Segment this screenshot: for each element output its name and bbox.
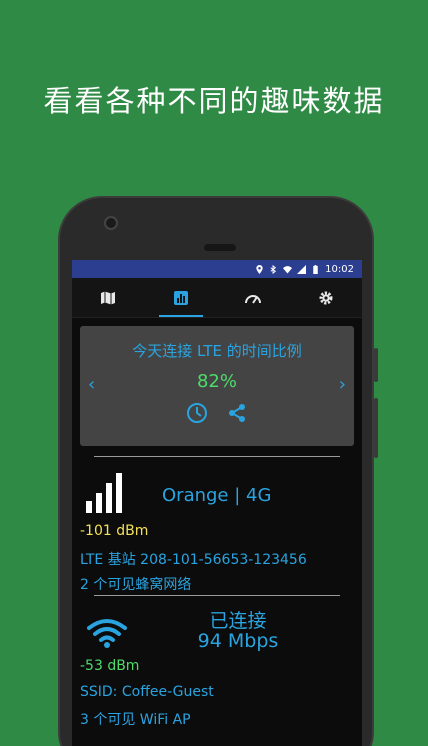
- volume-button: [374, 348, 378, 382]
- map-icon: [101, 291, 116, 304]
- tab-stats[interactable]: [145, 278, 218, 317]
- screen: 10:02 今天连接 LTE 的时间比例 82% ‹ › Orange | 4G…: [72, 260, 362, 746]
- cellular-section: Orange | 4G -101 dBm LTE 基站 208-101-5665…: [72, 457, 362, 595]
- wifi-speed: 94 Mbps: [197, 630, 279, 652]
- chevron-right-icon[interactable]: ›: [339, 374, 346, 395]
- card-title: 今天连接 LTE 的时间比例: [132, 342, 302, 360]
- stats-icon: [173, 290, 188, 305]
- card-value: 82%: [196, 371, 237, 392]
- location-icon: [256, 264, 263, 274]
- tab-settings[interactable]: [290, 278, 363, 317]
- chevron-left-icon[interactable]: ‹: [88, 374, 95, 395]
- signal-icon: [297, 264, 307, 274]
- wifi-status: 已连接: [209, 610, 267, 632]
- status-bar: 10:02: [72, 260, 362, 278]
- camera-icon: [104, 216, 118, 230]
- headline: 看看各种不同的趣味数据: [43, 84, 385, 118]
- wifi-icon: [283, 265, 293, 274]
- wifi-signal-strength: -53 dBm: [80, 658, 140, 674]
- cell-networks-count: 2 个可见蜂窝网络: [80, 577, 192, 593]
- tab-bar: [72, 278, 362, 318]
- bluetooth-icon: [270, 264, 277, 274]
- wifi-section: 已连接 94 Mbps -53 dBm SSID: Coffee-Guest 3…: [72, 596, 362, 736]
- tab-speed[interactable]: [217, 278, 290, 317]
- speedometer-icon: [245, 294, 262, 304]
- wifi-networks-count: 3 个可见 WiFi AP: [80, 712, 191, 728]
- gear-icon: [319, 291, 333, 304]
- cell-signal-strength: -101 dBm: [80, 523, 149, 539]
- lte-time-card: 今天连接 LTE 的时间比例 82% ‹ ›: [80, 326, 354, 446]
- battery-icon: [313, 264, 318, 274]
- share-icon[interactable]: [226, 402, 248, 424]
- wifi-signal-icon: [87, 619, 127, 648]
- card-actions: [80, 402, 354, 424]
- tab-map[interactable]: [72, 278, 145, 317]
- wifi-ssid: SSID: Coffee-Guest: [80, 684, 214, 700]
- phone-frame: 10:02 今天连接 LTE 的时间比例 82% ‹ › Orange | 4G…: [58, 196, 378, 746]
- status-time: 10:02: [325, 263, 354, 275]
- power-button: [374, 398, 378, 458]
- speaker-grille: [204, 244, 236, 251]
- operator-name: Orange | 4G: [162, 485, 272, 506]
- clock-icon[interactable]: [186, 402, 208, 424]
- cell-id: LTE 基站 208-101-56653-123456: [80, 552, 307, 568]
- cell-signal-icon: [86, 473, 122, 513]
